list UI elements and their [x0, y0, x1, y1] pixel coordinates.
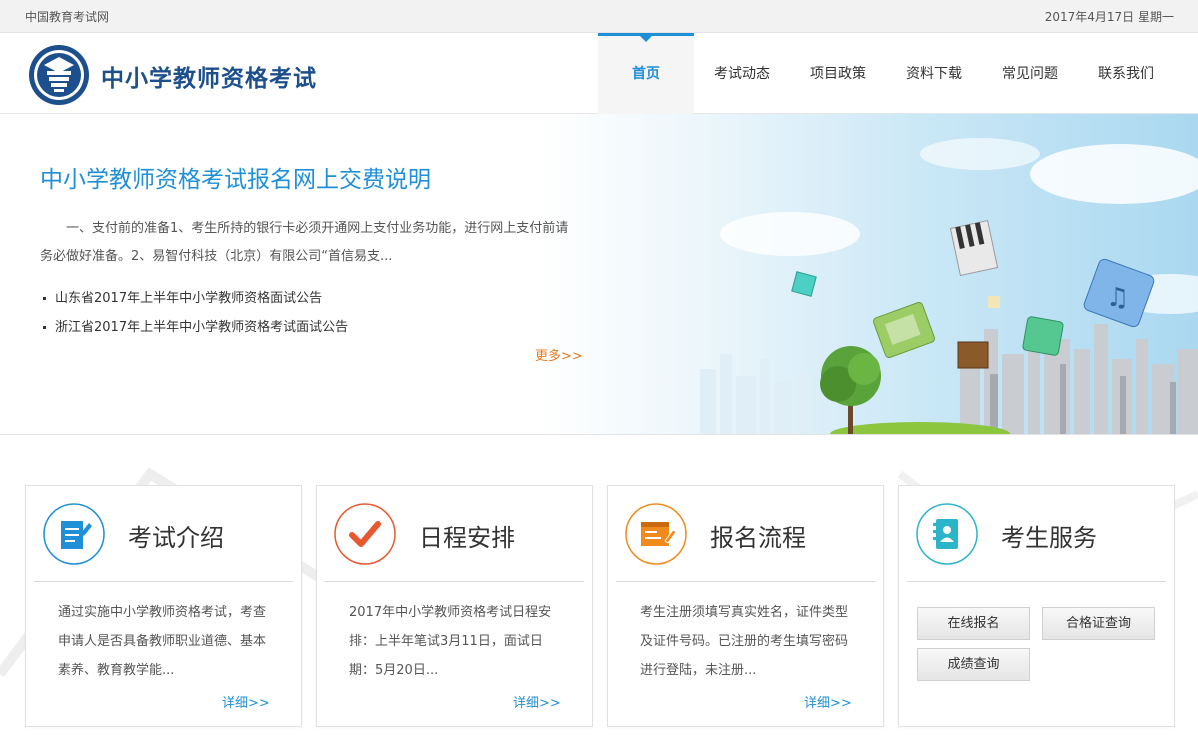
certificate-query-button[interactable]: 合格证查询: [1042, 607, 1155, 640]
card-exam-intro: 考试介绍 通过实施中小学教师资格考试，考查申请人是否具备教师职业道德、基本素养、…: [25, 485, 302, 727]
details-link[interactable]: 详细>>: [804, 692, 852, 711]
id-card-icon: [916, 503, 978, 565]
nav-home[interactable]: 首页: [598, 33, 694, 116]
checkmark-icon: [334, 503, 396, 565]
document-pen-icon: [43, 503, 105, 565]
current-date: 2017年4月17日 星期一: [1044, 10, 1174, 24]
nav-faq[interactable]: 常见问题: [982, 33, 1078, 113]
nav-label: 常见问题: [1002, 66, 1058, 82]
divider: [325, 581, 584, 582]
nav-label: 项目政策: [810, 66, 866, 82]
online-registration-button[interactable]: 在线报名: [917, 607, 1030, 640]
news-item-title: 山东省2017年上半年中小学教师资格面试公告: [55, 291, 323, 306]
news-item[interactable]: 浙江省2017年上半年中小学教师资格考试面试公告: [40, 313, 348, 342]
site-name[interactable]: 中国教育考试网: [25, 8, 109, 25]
card-title: 考生服务: [1001, 524, 1097, 552]
card-candidate-services: 考生服务 在线报名 合格证查询 成绩查询: [898, 485, 1175, 727]
nav-label: 资料下载: [906, 66, 962, 82]
nav-label: 考试动态: [714, 66, 770, 82]
active-indicator-icon: [640, 36, 652, 42]
divider: [616, 581, 875, 582]
nav-exam-news[interactable]: 考试动态: [694, 33, 790, 113]
news-item-title: 浙江省2017年上半年中小学教师资格考试面试公告: [55, 320, 349, 335]
news-item[interactable]: 山东省2017年上半年中小学教师资格面试公告: [40, 284, 348, 313]
divider: [34, 581, 293, 582]
card-description: 通过实施中小学教师资格考试，考查申请人是否具备教师职业道德、基本素养、教育教学能…: [58, 605, 267, 678]
card-registration-process: 报名流程 考生注册须填写真实姓名，证件类型及证件号码。已注册的考生填写密码进行登…: [607, 485, 884, 727]
card-title: 考试介绍: [128, 524, 224, 552]
site-title[interactable]: 中小学教师资格考试: [101, 59, 317, 93]
logo-emblem-icon[interactable]: [28, 44, 90, 106]
divider: [907, 581, 1166, 582]
nav-contact[interactable]: 联系我们: [1078, 33, 1174, 113]
details-link[interactable]: 详细>>: [222, 692, 270, 711]
nav-label: 首页: [632, 66, 660, 82]
nav-policy[interactable]: 项目政策: [790, 33, 886, 113]
more-news-link[interactable]: 更多>>: [535, 345, 583, 364]
banner-headline[interactable]: 中小学教师资格考试报名网上交费说明: [40, 160, 431, 194]
banner-illustration: ♫: [700, 138, 1198, 434]
svg-text:♫: ♫: [1106, 283, 1129, 313]
form-edit-icon: [625, 503, 687, 565]
nav-label: 联系我们: [1098, 66, 1154, 82]
details-link[interactable]: 详细>>: [513, 692, 561, 711]
nav-downloads[interactable]: 资料下载: [886, 33, 982, 113]
news-list: 山东省2017年上半年中小学教师资格面试公告 浙江省2017年上半年中小学教师资…: [40, 284, 348, 342]
card-schedule: 日程安排 2017年中小学教师资格考试日程安排：上半年笔试3月11日，面试日期：…: [316, 485, 593, 727]
score-query-button[interactable]: 成绩查询: [917, 648, 1030, 681]
bullet-icon: [43, 297, 46, 300]
banner-summary: 一、支付前的准备1、考生所持的银行卡必须开通网上支付业务功能，进行网上支付前请务…: [40, 221, 569, 264]
header: 中小学教师资格考试 首页 考试动态 项目政策 资料下载 常见问题 联系我们: [0, 33, 1198, 116]
card-title: 报名流程: [710, 524, 806, 552]
hero-banner: ♫ 中小学教师资格考试报名网上交费说明 一、支付前的准备1、考生所持的银行卡必须…: [0, 114, 1198, 435]
card-description: 考生注册须填写真实姓名，证件类型及证件号码。已注册的考生填写密码进行登陆，未注册…: [640, 605, 849, 678]
card-title: 日程安排: [419, 524, 515, 552]
top-bar: 中国教育考试网 2017年4月17日 星期一: [0, 0, 1198, 33]
card-description: 2017年中小学教师资格考试日程安排：上半年笔试3月11日，面试日期：5月20日…: [349, 605, 552, 678]
bullet-icon: [43, 326, 46, 329]
floating-cube-icon: [949, 219, 999, 277]
